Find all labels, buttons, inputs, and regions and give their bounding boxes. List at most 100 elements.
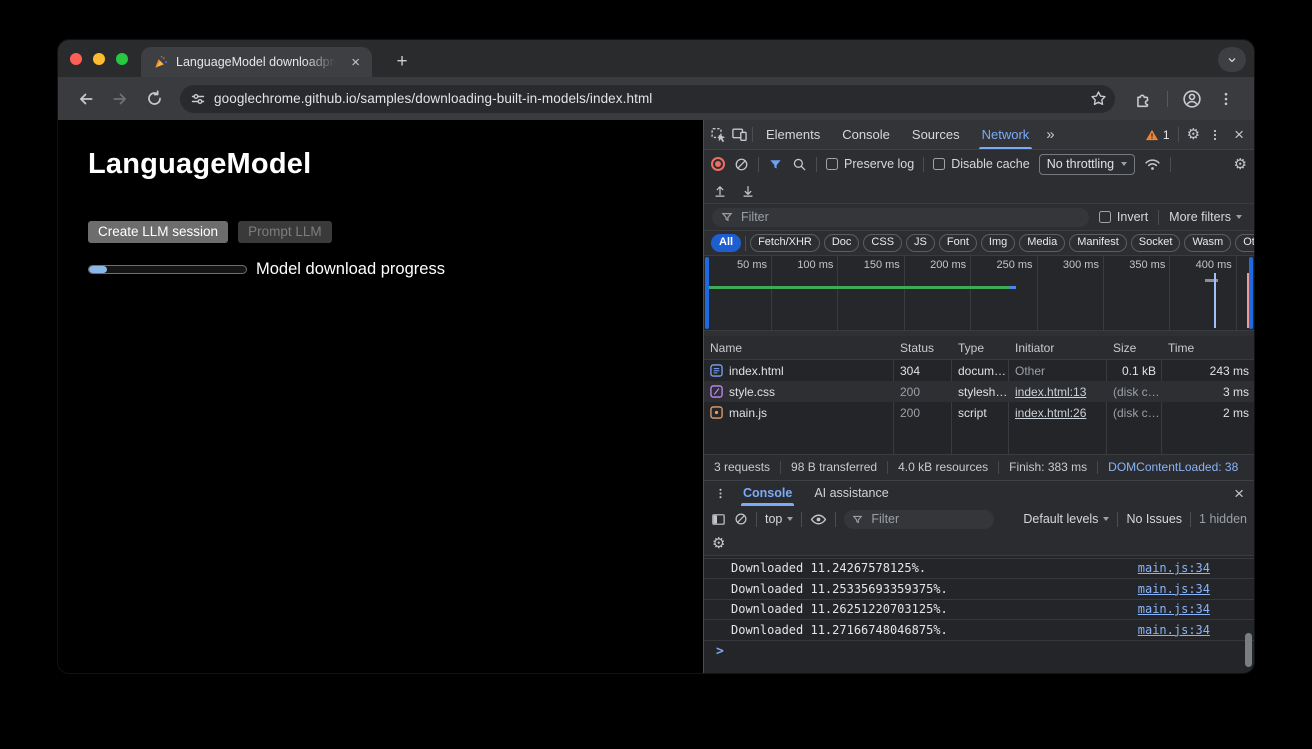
network-filter-input[interactable]	[739, 209, 1080, 225]
inspect-element-icon[interactable]	[710, 126, 727, 143]
column-header-size[interactable]: Size	[1107, 341, 1162, 355]
log-levels-dropdown[interactable]: Default levels	[1023, 512, 1109, 526]
invert-checkbox[interactable]: Invert	[1099, 210, 1148, 224]
preserve-log-checkbox[interactable]: Preserve log	[826, 157, 914, 171]
device-toolbar-icon[interactable]	[731, 126, 748, 143]
prompt-llm-button[interactable]: Prompt LLM	[238, 221, 332, 243]
clear-network-log-icon[interactable]	[734, 157, 749, 172]
overview-right-handle[interactable]	[1249, 257, 1253, 329]
console-message[interactable]: Downloaded 11.26251220703125%. main.js:3…	[704, 600, 1254, 621]
message-source-link[interactable]: main.js:34	[1138, 623, 1210, 637]
chip-js[interactable]: JS	[906, 234, 935, 253]
devtools-close-icon[interactable]: ×	[1230, 126, 1248, 143]
console-message[interactable]: Downloaded 11.27166748046875%. main.js:3…	[704, 620, 1254, 641]
no-issues-label[interactable]: No Issues	[1126, 512, 1182, 526]
console-settings-gear-icon[interactable]: ⚙	[712, 536, 725, 551]
tab-console[interactable]: Console	[833, 120, 899, 149]
script-file-icon	[710, 406, 723, 419]
drawer-menu-kebab-icon[interactable]	[710, 487, 731, 500]
chip-socket[interactable]: Socket	[1131, 234, 1181, 253]
request-initiator-link[interactable]: index.html:13	[1015, 385, 1086, 399]
reload-button[interactable]	[140, 85, 168, 113]
table-row[interactable]: style.css 200 stylesh… index.html:13 (di…	[704, 381, 1254, 402]
hidden-messages-count[interactable]: 1 hidden	[1199, 512, 1247, 526]
request-initiator-link[interactable]: index.html:26	[1015, 406, 1086, 420]
console-context-selector[interactable]: top	[765, 512, 793, 526]
network-conditions-wifi-icon[interactable]	[1144, 157, 1161, 172]
chip-media[interactable]: Media	[1019, 234, 1065, 253]
message-source-link[interactable]: main.js:34	[1138, 582, 1210, 596]
more-filters-dropdown[interactable]: More filters	[1169, 210, 1246, 224]
console-filter-input[interactable]	[869, 511, 986, 527]
table-row[interactable]: index.html 304 docum… Other 0.1 kB 243 m…	[704, 360, 1254, 381]
throttling-select[interactable]: No throttling	[1039, 154, 1135, 175]
bookmark-star-icon[interactable]	[1090, 90, 1107, 107]
new-tab-button[interactable]: +	[388, 48, 416, 76]
tab-sources[interactable]: Sources	[903, 120, 969, 149]
summary-finish: Finish: 383 ms	[1009, 460, 1087, 474]
live-expression-eye-icon[interactable]	[810, 512, 827, 527]
scrollbar-thumb[interactable]	[1245, 633, 1252, 667]
issues-warning-badge[interactable]: 1	[1145, 128, 1170, 142]
chip-css[interactable]: CSS	[863, 234, 902, 253]
disable-cache-checkbox[interactable]: Disable cache	[933, 157, 1030, 171]
forward-button[interactable]	[106, 85, 134, 113]
devtools-settings-gear-icon[interactable]: ⚙	[1187, 127, 1200, 142]
table-row[interactable]: main.js 200 script index.html:26 (disk c…	[704, 402, 1254, 423]
omnibox[interactable]: googlechrome.github.io/samples/downloadi…	[180, 85, 1115, 113]
devtools-divider	[745, 236, 746, 251]
profile-avatar-icon[interactable]	[1178, 85, 1206, 113]
column-header-type[interactable]: Type	[952, 341, 1009, 355]
devtools-divider	[801, 512, 802, 527]
tab-close-icon[interactable]: ×	[349, 55, 362, 70]
message-source-link[interactable]: main.js:34	[1138, 561, 1210, 575]
search-icon[interactable]	[792, 157, 807, 172]
close-window-button[interactable]	[70, 53, 82, 65]
chip-wasm[interactable]: Wasm	[1184, 234, 1231, 253]
console-message[interactable]: Downloaded 11.24267578125%. main.js:34	[704, 559, 1254, 580]
network-filter-row: Invert More filters	[704, 204, 1254, 231]
console-filter-wrap	[844, 510, 994, 529]
chip-other[interactable]: Other	[1235, 234, 1254, 253]
more-panels-icon[interactable]: »	[1042, 126, 1058, 143]
chip-all[interactable]: All	[711, 234, 741, 253]
tab-elements[interactable]: Elements	[757, 120, 829, 149]
chip-doc[interactable]: Doc	[824, 234, 860, 253]
column-header-status[interactable]: Status	[894, 341, 952, 355]
export-har-icon[interactable]	[741, 184, 755, 198]
browser-tab[interactable]: LanguageModel downloadpro ×	[141, 47, 372, 77]
column-header-name[interactable]: Name	[704, 341, 894, 355]
create-llm-session-button[interactable]: Create LLM session	[88, 221, 228, 243]
overview-left-handle[interactable]	[705, 257, 709, 329]
chip-img[interactable]: Img	[981, 234, 1015, 253]
chip-fetch-xhr[interactable]: Fetch/XHR	[750, 234, 820, 253]
record-network-log-button[interactable]	[711, 157, 725, 171]
message-source-link[interactable]: main.js:34	[1138, 602, 1210, 616]
drawer-tab-console[interactable]: Console	[733, 481, 802, 506]
tab-network[interactable]: Network	[973, 120, 1039, 149]
column-header-initiator[interactable]: Initiator	[1009, 341, 1107, 355]
url-text: googlechrome.github.io/samples/downloadi…	[214, 91, 1082, 106]
console-prompt[interactable]: >	[704, 641, 1254, 663]
import-har-icon[interactable]	[713, 184, 727, 198]
zoom-window-button[interactable]	[116, 53, 128, 65]
site-settings-icon[interactable]	[190, 91, 206, 107]
chip-font[interactable]: Font	[939, 234, 977, 253]
browser-menu-kebab-icon[interactable]	[1212, 85, 1240, 113]
console-sidebar-toggle-icon[interactable]	[711, 512, 726, 527]
request-size: (disk c…	[1107, 406, 1162, 420]
extensions-icon[interactable]	[1129, 85, 1157, 113]
drawer-close-icon[interactable]: ×	[1230, 485, 1248, 502]
network-settings-gear-icon[interactable]: ⚙	[1234, 157, 1247, 172]
minimize-window-button[interactable]	[93, 53, 105, 65]
back-button[interactable]	[72, 85, 100, 113]
chip-manifest[interactable]: Manifest	[1069, 234, 1127, 253]
clear-console-icon[interactable]	[734, 512, 748, 526]
network-overview-timeline[interactable]: 50 ms 100 ms 150 ms 200 ms 250 ms 300 ms…	[704, 256, 1254, 336]
console-message[interactable]: Downloaded 11.25335693359375%. main.js:3…	[704, 579, 1254, 600]
column-header-time[interactable]: Time	[1162, 341, 1254, 355]
drawer-tab-ai-assistance[interactable]: AI assistance	[804, 481, 898, 506]
devtools-menu-kebab-icon[interactable]	[1208, 128, 1222, 142]
tab-search-button[interactable]	[1218, 47, 1246, 72]
filter-funnel-icon[interactable]	[768, 157, 783, 172]
